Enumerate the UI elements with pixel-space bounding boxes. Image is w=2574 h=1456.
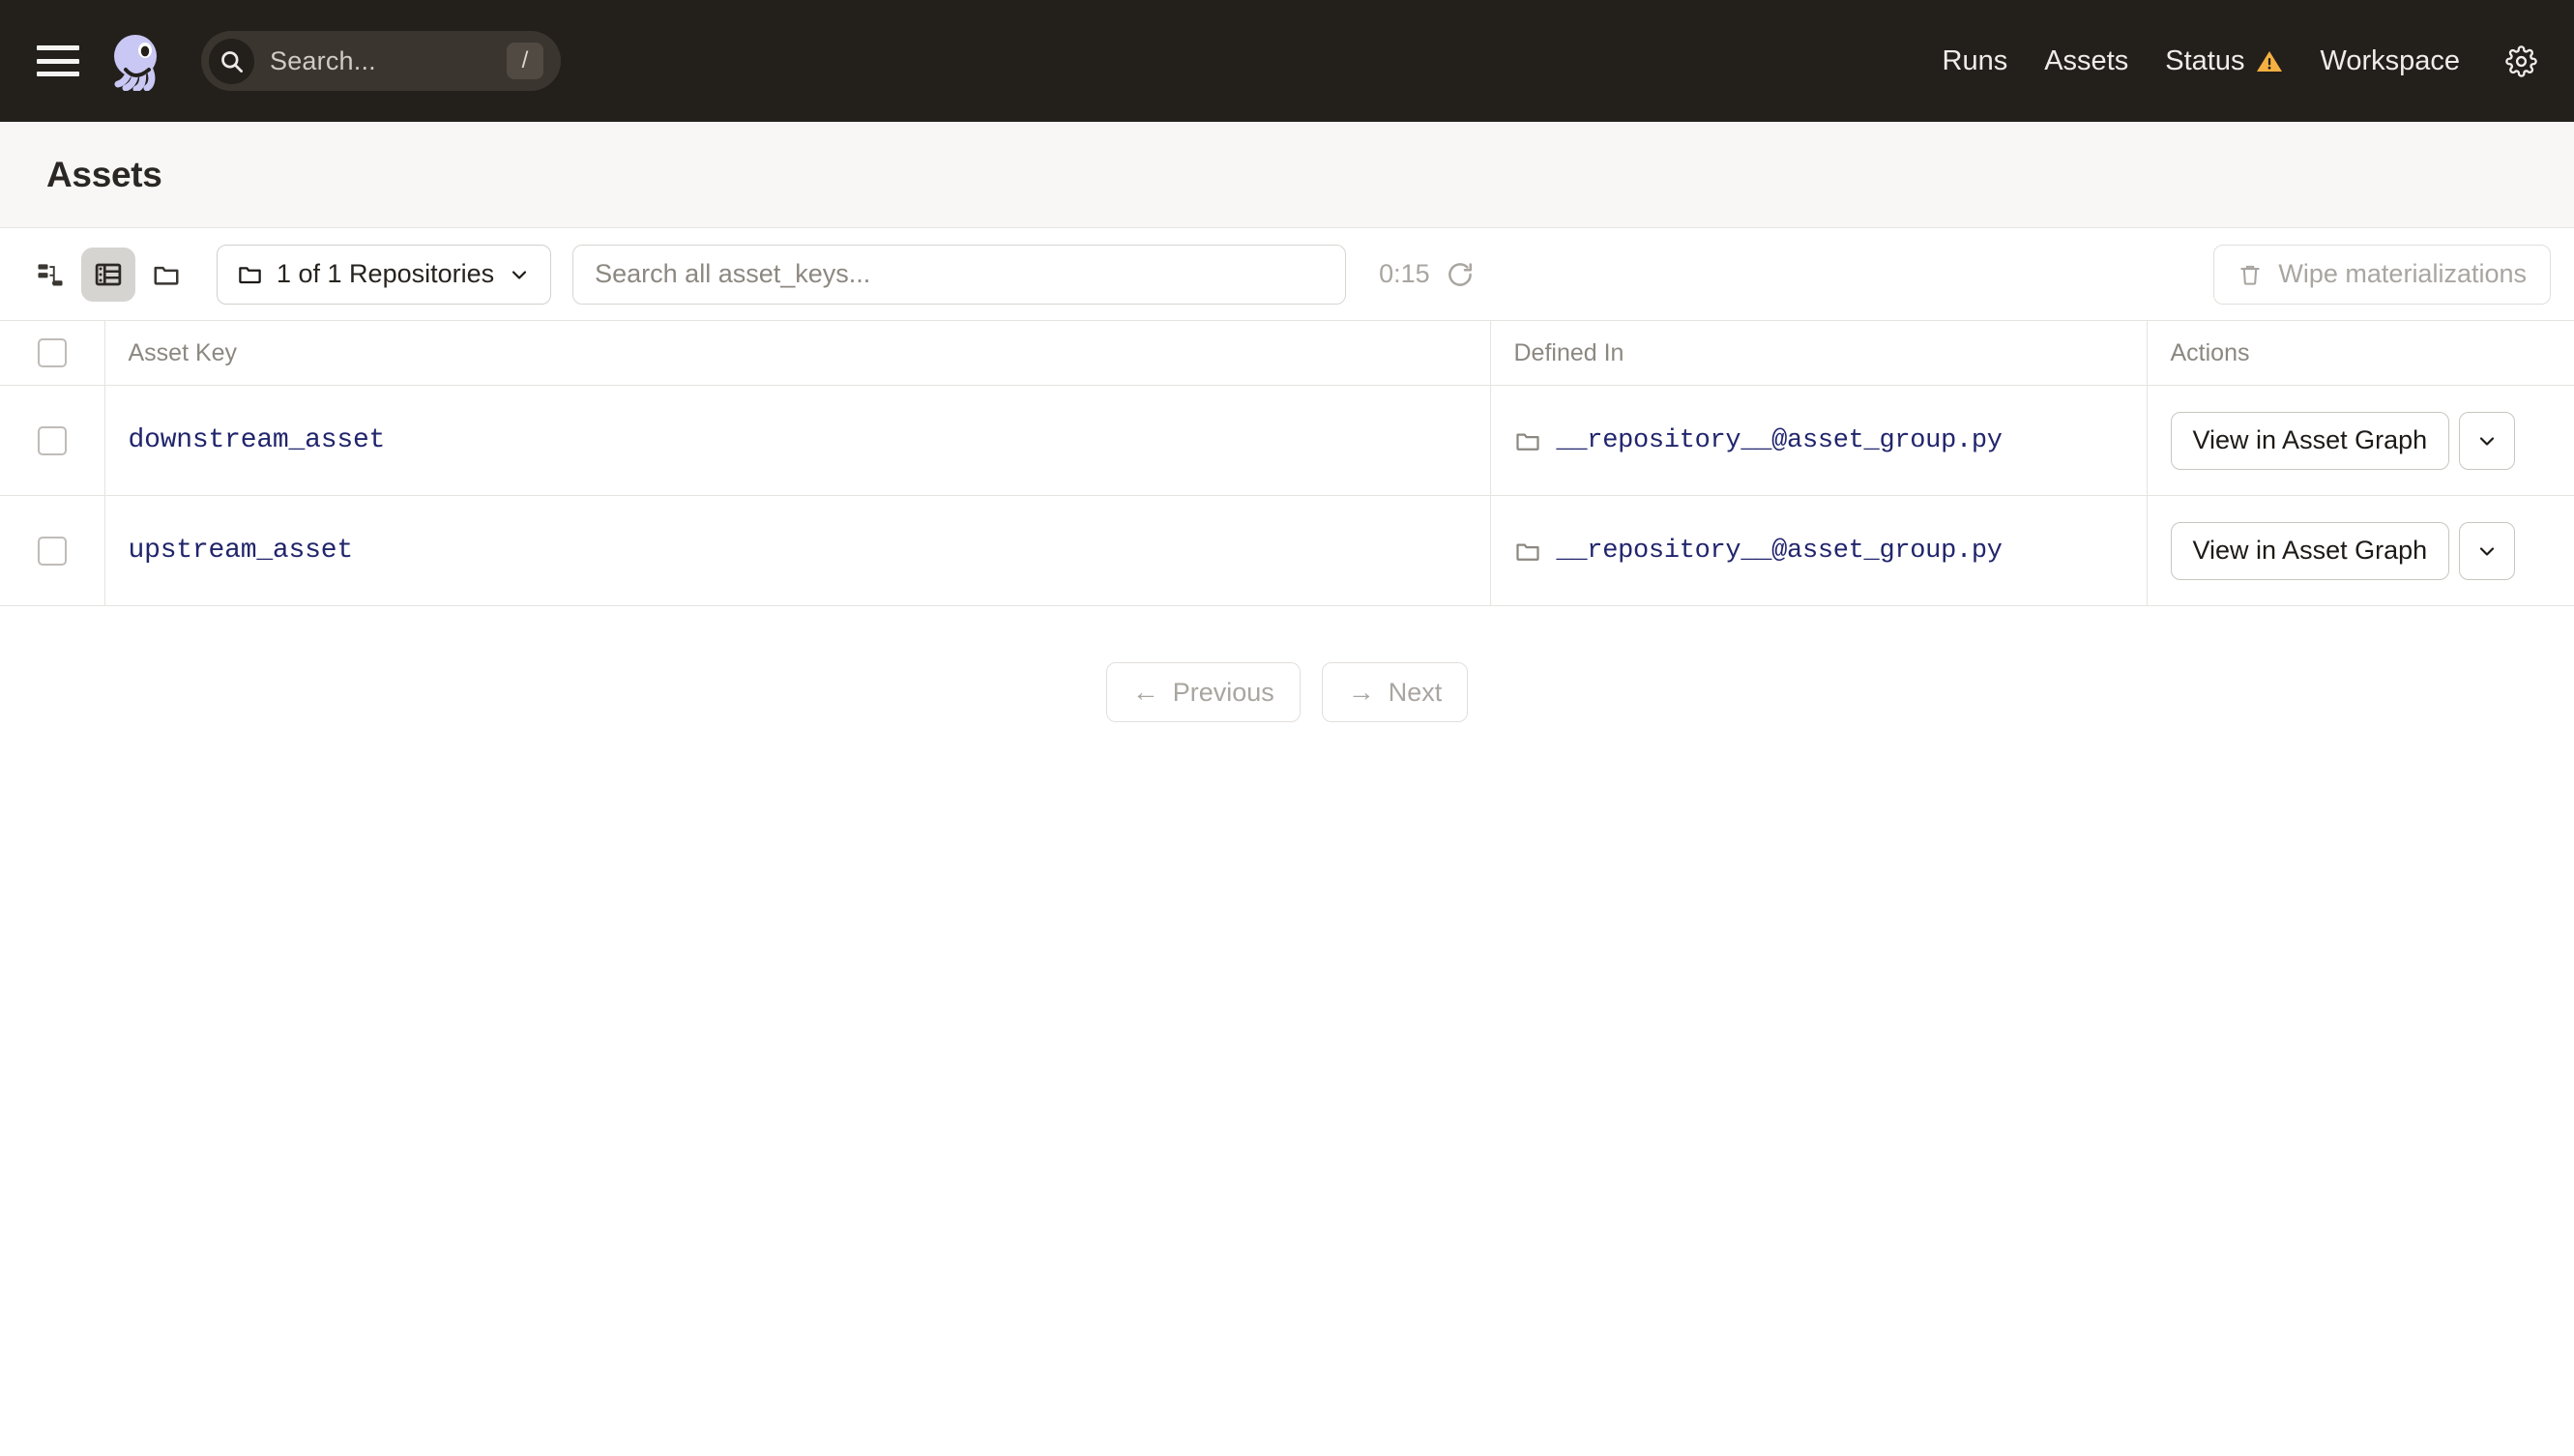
chevron-down-icon (2475, 539, 2499, 563)
nav-link-workspace[interactable]: Workspace (2301, 45, 2478, 77)
folder-icon (152, 260, 181, 289)
repository-filter-label: 1 of 1 Repositories (277, 259, 494, 289)
trash-icon (2238, 262, 2263, 287)
column-header-defined-in[interactable]: Defined In (1490, 321, 2147, 386)
asset-key-search-input[interactable]: Search all asset_keys... (572, 245, 1346, 305)
next-page-label: Next (1389, 678, 1443, 708)
wipe-materializations-button[interactable]: Wipe materializations (2213, 245, 2551, 305)
actions-cell: View in Asset Graph (2147, 386, 2574, 496)
next-page-button[interactable]: → Next (1322, 662, 1469, 722)
defined-in-cell: __repository__@asset_group.py (1490, 386, 2147, 496)
table-header-row: Asset Key Defined In Actions (0, 321, 2574, 386)
asset-key-link[interactable]: upstream_asset (129, 536, 353, 566)
row-select-cell (0, 496, 104, 606)
warning-triangle-icon (2256, 49, 2283, 73)
row-checkbox[interactable] (38, 426, 67, 455)
nav-link-workspace-label: Workspace (2320, 45, 2460, 77)
nav-links: Runs Assets Status Workspace (1924, 45, 2537, 77)
view-mode-list-button[interactable] (81, 248, 135, 302)
asset-key-link[interactable]: downstream_asset (129, 425, 386, 455)
assets-toolbar: 1 of 1 Repositories Search all asset_key… (0, 228, 2574, 321)
list-view-icon (94, 260, 123, 289)
column-header-actions: Actions (2147, 321, 2574, 386)
gear-icon[interactable] (2478, 45, 2537, 77)
row-checkbox[interactable] (38, 537, 67, 566)
select-all-checkbox[interactable] (38, 338, 67, 367)
refresh-icon[interactable] (1446, 260, 1475, 289)
refresh-countdown-label: 0:15 (1379, 259, 1430, 289)
nav-link-assets[interactable]: Assets (2026, 45, 2147, 77)
folder-icon (1514, 427, 1541, 454)
table-row: upstream_asset __repository__@asset_grou… (0, 496, 2574, 606)
global-search-placeholder: Search... (254, 46, 507, 76)
view-in-asset-graph-button[interactable]: View in Asset Graph (2171, 522, 2450, 580)
hamburger-menu-icon[interactable] (37, 45, 79, 76)
hamburger-bar (37, 72, 79, 76)
search-icon (209, 39, 254, 84)
row-actions-dropdown-button[interactable] (2459, 522, 2515, 580)
arrow-left-icon: ← (1132, 679, 1159, 706)
chevron-down-icon (2475, 429, 2499, 452)
page-title: Assets (46, 155, 162, 195)
defined-in-cell: __repository__@asset_group.py (1490, 496, 2147, 606)
nav-link-assets-label: Assets (2044, 45, 2128, 77)
arrow-right-icon: → (1348, 679, 1375, 706)
table-row: downstream_asset __repository__@asset_gr… (0, 386, 2574, 496)
nav-link-runs[interactable]: Runs (1924, 45, 2027, 77)
row-select-cell (0, 386, 104, 496)
previous-page-label: Previous (1173, 678, 1274, 708)
nav-link-status-label: Status (2165, 45, 2244, 77)
search-shortcut-key: / (507, 43, 543, 79)
page-header: Assets (0, 122, 2574, 228)
chevron-down-icon (508, 263, 531, 286)
nav-link-status[interactable]: Status (2147, 45, 2301, 77)
asset-graph-icon (36, 260, 65, 289)
view-in-asset-graph-button[interactable]: View in Asset Graph (2171, 412, 2450, 470)
repository-filter-dropdown[interactable]: 1 of 1 Repositories (217, 245, 551, 305)
previous-page-button[interactable]: ← Previous (1106, 662, 1301, 722)
asset-key-cell: downstream_asset (104, 386, 1490, 496)
hamburger-bar (37, 45, 79, 50)
view-mode-folder-button[interactable] (139, 248, 193, 302)
refresh-countdown[interactable]: 0:15 (1379, 259, 1475, 289)
hamburger-bar (37, 59, 79, 64)
asset-key-cell: upstream_asset (104, 496, 1490, 606)
assets-table: Asset Key Defined In Actions downstream_… (0, 321, 2574, 606)
row-actions-dropdown-button[interactable] (2459, 412, 2515, 470)
actions-cell: View in Asset Graph (2147, 496, 2574, 606)
asset-key-search-placeholder: Search all asset_keys... (595, 259, 870, 289)
global-search-box[interactable]: Search... / (201, 31, 561, 91)
pagination-controls: ← Previous → Next (0, 662, 2574, 722)
folder-icon (237, 261, 263, 287)
defined-in-link[interactable]: __repository__@asset_group.py (1557, 426, 2003, 455)
view-mode-graph-button[interactable] (23, 248, 77, 302)
top-navigation-bar: Search... / Runs Assets Status Workspace (0, 0, 2574, 122)
nav-link-runs-label: Runs (1943, 45, 2008, 77)
column-header-asset-key[interactable]: Asset Key (104, 321, 1490, 386)
select-all-header (0, 321, 104, 386)
dagster-logo-icon[interactable] (108, 31, 168, 91)
defined-in-link[interactable]: __repository__@asset_group.py (1557, 537, 2003, 566)
folder-icon (1514, 538, 1541, 565)
wipe-materializations-label: Wipe materializations (2278, 259, 2527, 289)
